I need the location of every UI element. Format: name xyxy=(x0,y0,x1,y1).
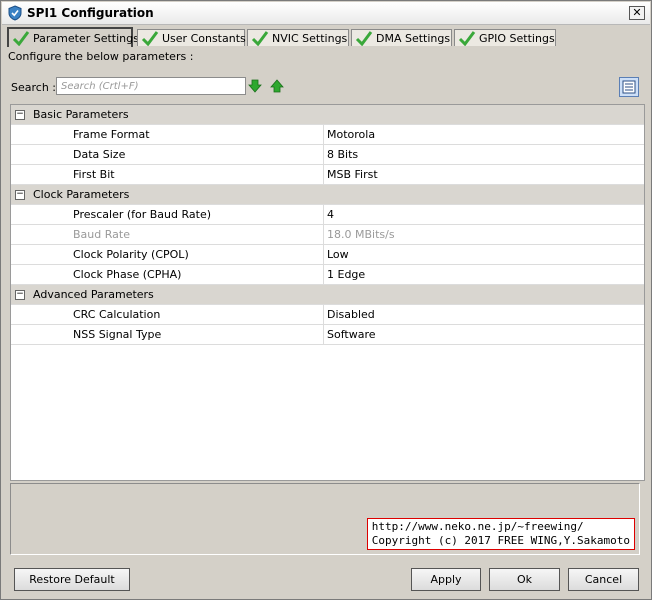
tab-user-constants[interactable]: User Constants xyxy=(137,29,246,46)
param-name: CRC Calculation xyxy=(73,308,161,321)
param-name: Clock Phase (CPHA) xyxy=(73,268,182,281)
param-name: Baud Rate xyxy=(73,228,130,241)
group-row-advanced-parameters[interactable]: − Advanced Parameters xyxy=(11,285,644,305)
tab-parameter-settings[interactable]: Parameter Settings xyxy=(7,27,139,47)
group-name: Advanced Parameters xyxy=(33,288,154,301)
param-row-nss-signal-type[interactable]: NSS Signal Type Software xyxy=(11,325,644,345)
tab-label: DMA Settings xyxy=(376,31,451,45)
param-row-clock-polarity[interactable]: Clock Polarity (CPOL) Low xyxy=(11,245,644,265)
check-icon xyxy=(355,31,373,46)
column-divider xyxy=(323,265,324,285)
param-row-first-bit[interactable]: First Bit MSB First xyxy=(11,165,644,185)
param-value[interactable]: MSB First xyxy=(327,168,378,181)
check-icon xyxy=(141,31,159,46)
parameter-grid: − Basic Parameters Frame Format Motorola… xyxy=(10,104,645,481)
column-divider xyxy=(323,145,324,165)
shield-icon xyxy=(8,5,22,21)
group-row-basic-parameters[interactable]: − Basic Parameters xyxy=(11,105,644,125)
param-value[interactable]: 1 Edge xyxy=(327,268,365,281)
description-panel: http://www.neko.ne.jp/~freewing/ Copyrig… xyxy=(10,483,640,555)
column-divider xyxy=(323,305,324,325)
column-divider xyxy=(323,225,324,245)
param-row-baud-rate: Baud Rate 18.0 MBits/s xyxy=(11,225,644,245)
column-divider xyxy=(323,205,324,225)
param-row-prescaler[interactable]: Prescaler (for Baud Rate) 4 xyxy=(11,205,644,225)
list-icon xyxy=(622,80,636,94)
column-divider xyxy=(323,245,324,265)
group-name: Clock Parameters xyxy=(33,188,130,201)
apply-button[interactable]: Apply xyxy=(411,568,481,591)
restore-default-button[interactable]: Restore Default xyxy=(14,568,130,591)
credit-box: http://www.neko.ne.jp/~freewing/ Copyrig… xyxy=(366,518,635,550)
param-value[interactable]: Disabled xyxy=(327,308,375,321)
check-icon xyxy=(251,31,269,46)
collapse-icon[interactable]: − xyxy=(15,290,25,300)
window-title: SPI1 Configuration xyxy=(27,6,154,20)
tab-label: NVIC Settings xyxy=(272,31,348,45)
spi1-configuration-dialog: SPI1 Configuration ✕ Parameter Settings … xyxy=(0,0,652,600)
title-bar[interactable]: SPI1 Configuration ✕ xyxy=(2,2,650,25)
param-value[interactable]: 4 xyxy=(327,208,334,221)
tab-content: Configure the below parameters : Search … xyxy=(7,46,645,556)
list-view-button[interactable] xyxy=(619,77,639,97)
close-icon: ✕ xyxy=(632,6,642,19)
param-value[interactable]: Motorola xyxy=(327,128,375,141)
tab-dma-settings[interactable]: DMA Settings xyxy=(351,29,452,46)
credit-url: http://www.neko.ne.jp/~freewing/ xyxy=(371,520,584,533)
cancel-button[interactable]: Cancel xyxy=(568,568,639,591)
param-name: First Bit xyxy=(73,168,115,181)
search-label: Search : xyxy=(11,81,56,94)
close-button[interactable]: ✕ xyxy=(629,6,645,20)
tab-label: Parameter Settings xyxy=(33,31,139,45)
column-divider xyxy=(323,125,324,145)
param-row-crc-calculation[interactable]: CRC Calculation Disabled xyxy=(11,305,644,325)
param-value[interactable]: Software xyxy=(327,328,376,341)
param-row-frame-format[interactable]: Frame Format Motorola xyxy=(11,125,644,145)
column-divider xyxy=(323,165,324,185)
param-name: NSS Signal Type xyxy=(73,328,162,341)
tab-gpio-settings[interactable]: GPIO Settings xyxy=(454,29,556,46)
intro-text: Configure the below parameters : xyxy=(8,50,194,63)
credit-copyright: Copyright (c) 2017 FREE WING,Y.Sakamoto xyxy=(371,534,630,547)
param-name: Prescaler (for Baud Rate) xyxy=(73,208,212,221)
tab-label: User Constants xyxy=(162,31,246,45)
param-row-data-size[interactable]: Data Size 8 Bits xyxy=(11,145,644,165)
tab-label: GPIO Settings xyxy=(479,31,555,45)
collapse-icon[interactable]: − xyxy=(15,110,25,120)
check-icon xyxy=(12,31,30,46)
param-name: Clock Polarity (CPOL) xyxy=(73,248,189,261)
param-name: Data Size xyxy=(73,148,126,161)
arrow-down-icon[interactable] xyxy=(248,79,262,93)
group-row-clock-parameters[interactable]: − Clock Parameters xyxy=(11,185,644,205)
check-icon xyxy=(458,31,476,46)
param-value: 18.0 MBits/s xyxy=(327,228,395,241)
collapse-icon[interactable]: − xyxy=(15,190,25,200)
search-input[interactable] xyxy=(56,77,246,95)
param-row-clock-phase[interactable]: Clock Phase (CPHA) 1 Edge xyxy=(11,265,644,285)
arrow-up-icon[interactable] xyxy=(270,79,284,93)
ok-button[interactable]: Ok xyxy=(489,568,560,591)
column-divider xyxy=(323,325,324,345)
param-name: Frame Format xyxy=(73,128,150,141)
tab-nvic-settings[interactable]: NVIC Settings xyxy=(247,29,349,46)
group-name: Basic Parameters xyxy=(33,108,129,121)
param-value[interactable]: 8 Bits xyxy=(327,148,358,161)
param-value[interactable]: Low xyxy=(327,248,349,261)
